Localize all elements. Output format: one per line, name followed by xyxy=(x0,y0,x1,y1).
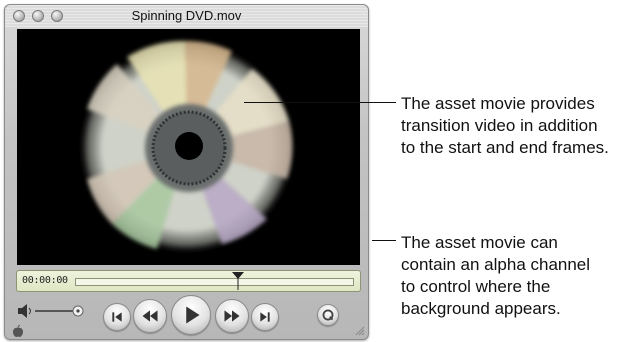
volume-slider[interactable] xyxy=(18,303,90,319)
play-icon xyxy=(186,306,200,324)
callout-line-text: contain an alpha channel xyxy=(401,255,591,274)
step-forward-button[interactable] xyxy=(251,303,279,331)
rewind-button[interactable] xyxy=(133,299,167,333)
callout-line-text: transition video in addition xyxy=(401,116,598,135)
window-title: Spinning DVD.mov xyxy=(131,8,242,23)
fast-forward-icon xyxy=(224,310,240,322)
timecode-display: 00:00:00 xyxy=(22,275,68,286)
fast-forward-button[interactable] xyxy=(215,299,249,333)
time-slider[interactable]: 00:00:00 xyxy=(16,270,361,292)
callout-line-2 xyxy=(372,240,396,241)
apple-icon xyxy=(13,325,23,337)
callout-line-text: to control where the xyxy=(401,277,551,296)
callout-line-text: The asset movie can xyxy=(401,233,558,252)
quicktime-button[interactable] xyxy=(317,304,339,326)
title-bar[interactable]: Spinning DVD.mov xyxy=(5,5,368,27)
callout-alpha: The asset movie can contain an alpha cha… xyxy=(401,232,590,320)
callout-line-1 xyxy=(244,102,396,103)
rewind-icon xyxy=(142,310,158,322)
step-forward-icon xyxy=(260,312,270,322)
step-back-icon xyxy=(112,312,122,322)
resize-grip-icon[interactable] xyxy=(353,324,365,336)
playhead-icon[interactable] xyxy=(232,272,244,292)
video-area[interactable] xyxy=(17,29,360,265)
callout-transition: The asset movie provides transition vide… xyxy=(401,93,609,159)
scrub-track[interactable] xyxy=(75,278,354,286)
spinning-disc-image xyxy=(79,40,295,253)
quicktime-logo xyxy=(322,309,334,321)
callout-line-text: background appears. xyxy=(401,299,561,318)
speaker-icon xyxy=(18,304,31,318)
play-button[interactable] xyxy=(171,295,211,335)
callout-line-text: The asset movie provides xyxy=(401,94,595,113)
step-back-button[interactable] xyxy=(103,303,131,331)
callout-line-text: to the start and end frames. xyxy=(401,138,609,157)
player-window: Spinning DVD.mov 00:00:00 xyxy=(4,4,369,340)
